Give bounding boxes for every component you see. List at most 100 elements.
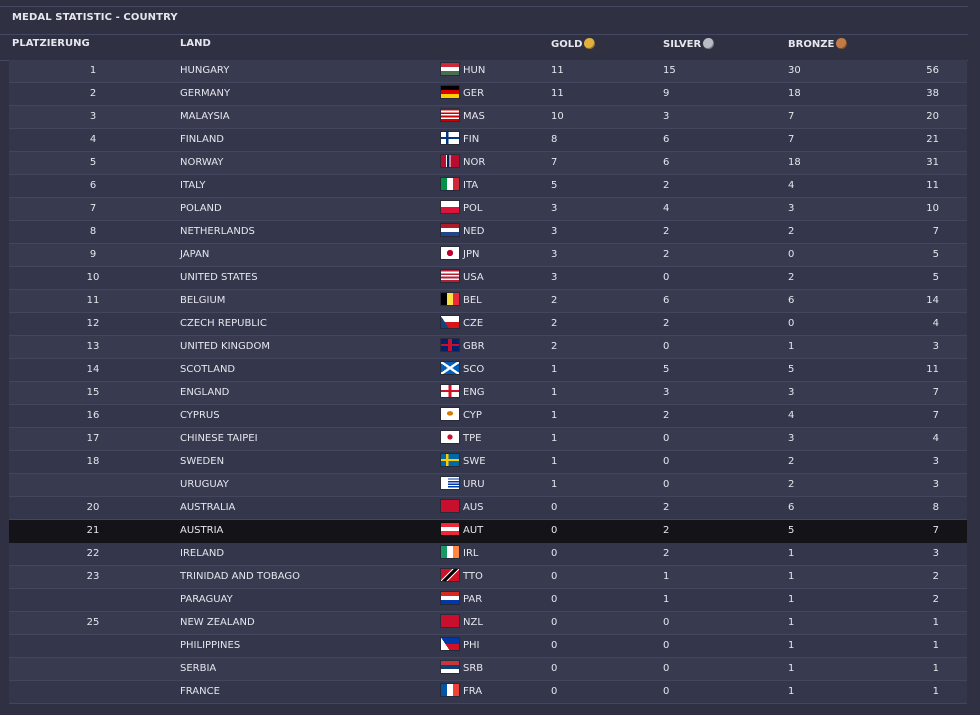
total-count: 56 (926, 65, 939, 76)
country-name: FINLAND (180, 134, 225, 145)
table-row[interactable]: 23 TRINIDAD AND TOBAGO TTO 0 1 1 2 (9, 566, 967, 589)
total-count: 14 (926, 295, 939, 306)
table-row[interactable]: PHILIPPINES PHI 0 0 1 1 (9, 635, 967, 658)
table-row[interactable]: 5 NORWAY NOR 7 6 18 31 (9, 152, 967, 175)
silver-count: 3 (663, 387, 670, 398)
table-row[interactable]: 14 SCOTLAND SCO 1 5 5 11 (9, 359, 967, 382)
table-row[interactable]: 12 CZECH REPUBLIC CZE 2 2 0 4 (9, 313, 967, 336)
swe-flag-icon (441, 454, 459, 466)
total-count: 3 (932, 548, 939, 559)
table-row[interactable]: 25 NEW ZEALAND NZL 0 0 1 1 (9, 612, 967, 635)
bronze-count: 18 (788, 88, 801, 99)
total-count: 7 (932, 387, 939, 398)
cyp-flag-icon (441, 408, 459, 420)
header-land[interactable]: LAND (180, 38, 211, 49)
table-header: PLATZIERUNG LAND GOLD SILVER BRONZE (0, 34, 968, 61)
table-row[interactable]: 15 ENGLAND ENG 1 3 3 7 (9, 382, 967, 405)
gold-count: 11 (551, 88, 564, 99)
header-silver-label: SILVER (663, 39, 702, 50)
country-name: CZECH REPUBLIC (180, 318, 267, 329)
total-count: 2 (932, 594, 939, 605)
country-name: SCOTLAND (180, 364, 236, 375)
header-rank[interactable]: PLATZIERUNG (12, 38, 90, 49)
table-row[interactable]: 7 POLAND POL 3 4 3 10 (9, 198, 967, 221)
rank-cell: 2 (89, 88, 97, 99)
table-row[interactable]: 6 ITALY ITA 5 2 4 11 (9, 175, 967, 198)
header-bronze[interactable]: BRONZE (788, 38, 848, 50)
country-name: CYPRUS (180, 410, 220, 421)
total-count: 1 (932, 686, 939, 697)
gold-count: 0 (551, 594, 558, 605)
rank-cell: 21 (86, 525, 100, 536)
bronze-count: 7 (788, 111, 795, 122)
total-count: 4 (932, 318, 939, 329)
table-row[interactable]: 8 NETHERLANDS NED 3 2 2 7 (9, 221, 967, 244)
header-gold[interactable]: GOLD (551, 38, 596, 50)
total-count: 5 (932, 249, 939, 260)
table-row[interactable]: 16 CYPRUS CYP 1 2 4 7 (9, 405, 967, 428)
aus-flag-icon (441, 500, 459, 512)
country-name: UNITED KINGDOM (180, 341, 270, 352)
phi-flag-icon (441, 638, 459, 650)
table-row[interactable]: URUGUAY URU 1 0 2 3 (9, 474, 967, 497)
bronze-count: 2 (788, 456, 795, 467)
table-row[interactable]: 17 CHINESE TAIPEI TPE 1 0 3 4 (9, 428, 967, 451)
bronze-count: 30 (788, 65, 801, 76)
bronze-count: 18 (788, 157, 801, 168)
table-row[interactable]: 4 FINLAND FIN 8 6 7 21 (9, 129, 967, 152)
table-row[interactable]: 9 JAPAN JPN 3 2 0 5 (9, 244, 967, 267)
rank-cell: 3 (89, 111, 97, 122)
rank-cell: 22 (86, 548, 100, 559)
silver-count: 15 (663, 65, 676, 76)
country-code: TPE (463, 433, 482, 444)
table-row[interactable]: 18 SWEDEN SWE 1 0 2 3 (9, 451, 967, 474)
table-row[interactable]: FRANCE FRA 0 0 1 1 (9, 681, 967, 704)
rank-cell: 4 (89, 134, 97, 145)
ger-flag-icon (441, 86, 459, 98)
table-row[interactable]: 22 IRELAND IRL 0 2 1 3 (9, 543, 967, 566)
country-code: CZE (463, 318, 484, 329)
total-count: 7 (932, 525, 939, 536)
gold-count: 11 (551, 65, 564, 76)
bronze-count: 5 (788, 364, 795, 375)
table-row[interactable]: 10 UNITED STATES USA 3 0 2 5 (9, 267, 967, 290)
country-code: SCO (463, 364, 485, 375)
total-count: 2 (932, 571, 939, 582)
header-silver[interactable]: SILVER (663, 38, 715, 50)
bronze-count: 0 (788, 318, 795, 329)
hun-flag-icon (441, 63, 459, 75)
gold-count: 0 (551, 686, 558, 697)
header-bronze-label: BRONZE (788, 39, 835, 50)
rank-cell: 18 (86, 456, 100, 467)
silver-count: 0 (663, 617, 670, 628)
gold-count: 8 (551, 134, 558, 145)
silver-count: 3 (663, 111, 670, 122)
country-name: NEW ZEALAND (180, 617, 255, 628)
silver-count: 2 (663, 525, 670, 536)
table-row[interactable]: 3 MALAYSIA MAS 10 3 7 20 (9, 106, 967, 129)
country-name: CHINESE TAIPEI (180, 433, 258, 444)
table-row[interactable]: 11 BELGIUM BEL 2 6 6 14 (9, 290, 967, 313)
table-row[interactable]: 13 UNITED KINGDOM GBR 2 0 1 3 (9, 336, 967, 359)
table-row[interactable]: 1 HUNGARY HUN 11 15 30 56 (9, 60, 967, 83)
rank-cell: 16 (86, 410, 100, 421)
total-count: 8 (932, 502, 939, 513)
silver-count: 2 (663, 180, 670, 191)
country-code: SRB (463, 663, 484, 674)
country-code: GBR (463, 341, 485, 352)
table-row[interactable]: 20 AUSTRALIA AUS 0 2 6 8 (9, 497, 967, 520)
table-row[interactable]: PARAGUAY PAR 0 1 1 2 (9, 589, 967, 612)
bronze-count: 6 (788, 295, 795, 306)
country-name: ENGLAND (180, 387, 230, 398)
ita-flag-icon (441, 178, 459, 190)
total-count: 4 (932, 433, 939, 444)
tto-flag-icon (441, 569, 459, 581)
table-row[interactable]: 2 GERMANY GER 11 9 18 38 (9, 83, 967, 106)
table-row[interactable]: SERBIA SRB 0 0 1 1 (9, 658, 967, 681)
bronze-count: 2 (788, 226, 795, 237)
gold-count: 5 (551, 180, 558, 191)
srb-flag-icon (441, 661, 459, 673)
table-row[interactable]: 21 AUSTRIA AUT 0 2 5 7 (9, 520, 967, 543)
bronze-count: 0 (788, 249, 795, 260)
gold-medal-icon (584, 38, 596, 49)
